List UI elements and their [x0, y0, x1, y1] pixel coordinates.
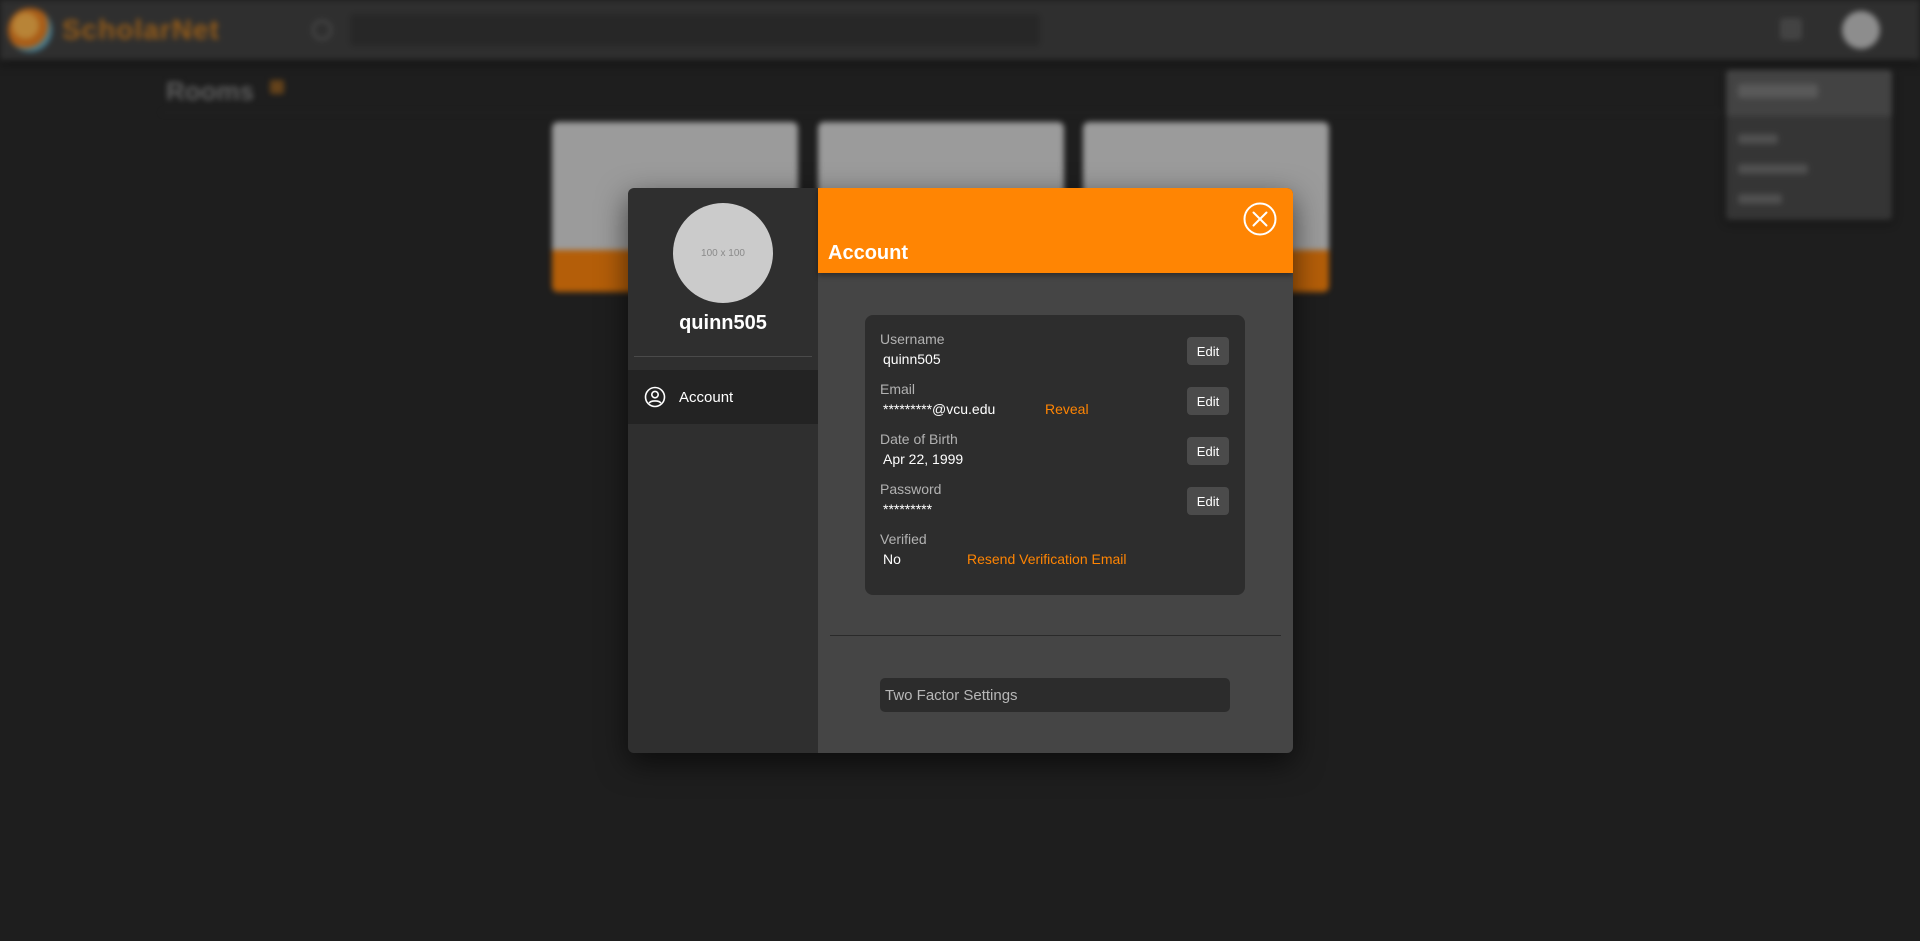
username-label: Username — [880, 331, 945, 347]
password-label: Password — [880, 481, 942, 497]
dob-value: Apr 22, 1999 — [883, 451, 964, 467]
edit-email-button[interactable]: Edit — [1187, 387, 1229, 415]
username-value: quinn505 — [883, 351, 941, 367]
resend-verification-link[interactable]: Resend Verification Email — [967, 551, 1127, 567]
reveal-email-link[interactable]: Reveal — [1045, 401, 1089, 417]
modal-sidebar: 100 x 100 quinn505 Account — [628, 188, 818, 753]
avatar-placeholder-text: 100 x 100 — [701, 247, 745, 259]
modal-title: Account — [828, 242, 908, 264]
close-button[interactable] — [1243, 202, 1277, 236]
sidebar-item-account[interactable]: Account — [628, 370, 818, 424]
sidebar-item-label: Account — [679, 388, 734, 406]
email-label: Email — [880, 381, 916, 397]
password-value: ********* — [883, 501, 933, 517]
sidebar-divider — [634, 356, 812, 357]
profile-avatar: 100 x 100 — [673, 203, 773, 303]
user-circle-icon — [644, 386, 666, 408]
dob-label: Date of Birth — [880, 431, 958, 447]
verified-value: No — [883, 551, 901, 567]
edit-password-button[interactable]: Edit — [1187, 487, 1229, 515]
modal-main: Account Username quinn505 Edit Email ***… — [818, 188, 1293, 753]
email-value: *********@vcu.edu — [883, 401, 996, 417]
edit-username-button[interactable]: Edit — [1187, 337, 1229, 365]
section-divider — [830, 635, 1281, 636]
account-info-card: Username quinn505 Edit Email *********@v… — [865, 315, 1245, 595]
two-factor-settings-label: Two Factor Settings — [885, 687, 1018, 704]
close-circle-icon — [1243, 202, 1277, 236]
modal-header: Account — [818, 188, 1293, 273]
account-modal: 100 x 100 quinn505 Account Account Usern… — [628, 188, 1293, 753]
edit-dob-button[interactable]: Edit — [1187, 437, 1229, 465]
sidebar-username: quinn505 — [679, 312, 767, 334]
two-factor-settings-button[interactable]: Two Factor Settings — [880, 678, 1230, 712]
verified-label: Verified — [880, 531, 927, 547]
